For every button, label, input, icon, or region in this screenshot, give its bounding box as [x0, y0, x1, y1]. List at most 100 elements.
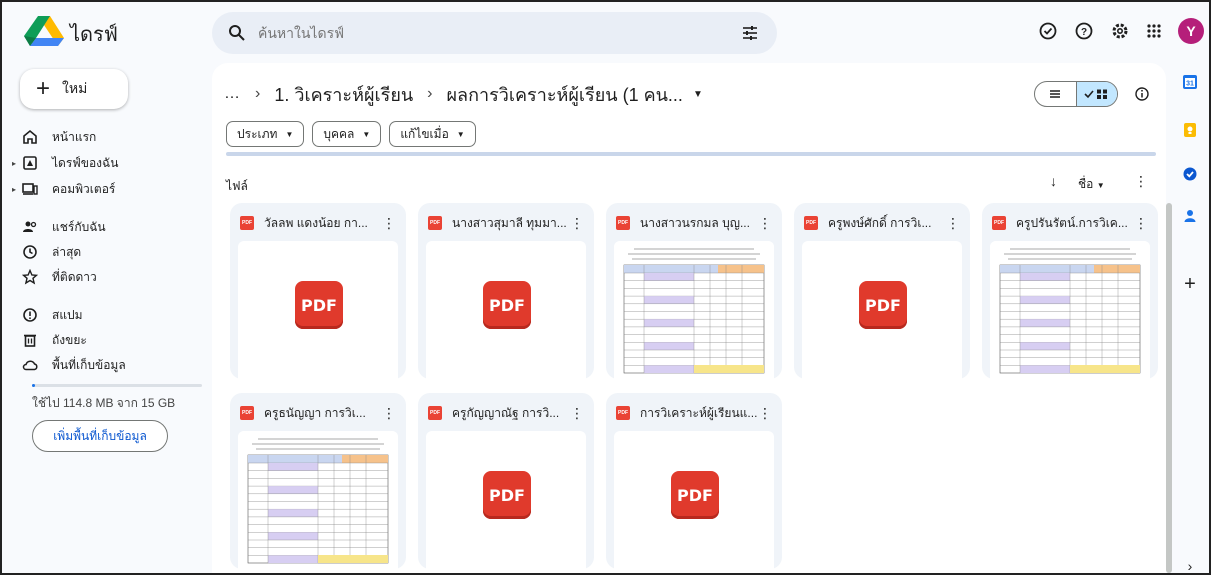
account-avatar[interactable]: Y	[1178, 18, 1204, 44]
file-thumbnail[interactable]: PDF	[426, 241, 586, 379]
drive-window: ไดรฟ์ ?	[0, 0, 1211, 575]
more-actions-icon[interactable]: ⋮	[570, 405, 584, 422]
calendar-icon[interactable]: 31	[1182, 74, 1198, 90]
file-name[interactable]: การวิเคราะห์ผู้เรียนแ...	[640, 404, 760, 423]
storage-usage-text: ใช้ไป 114.8 MB จาก 15 GB	[32, 396, 176, 410]
top-bar: ไดรฟ์ ?	[2, 2, 1209, 60]
spam-icon	[23, 308, 37, 322]
sidebar-item-shared[interactable]: แชร์กับฉัน	[22, 216, 106, 238]
file-thumbnail[interactable]: PDF	[802, 241, 962, 379]
file-card[interactable]: PDF นางสาวสุมาลี ทุมมา... ⋮ PDF	[418, 203, 594, 379]
sidebar-item-recent[interactable]: ล่าสุด	[22, 241, 81, 263]
keep-notes-icon[interactable]	[1182, 122, 1198, 138]
chevron-down-icon: ▼	[1096, 181, 1105, 190]
file-card[interactable]: PDF นางสาวนรกมล บุญ... ⋮	[606, 203, 782, 379]
search-input[interactable]	[258, 20, 718, 46]
cloud-icon	[22, 360, 38, 371]
file-name[interactable]: นางสาวนรกมล บุญ...	[640, 214, 760, 233]
file-card[interactable]: PDF ครูปรันรัตน์.การวิเค... ⋮	[982, 203, 1158, 379]
sidebar-item-label: แชร์กับฉัน	[52, 219, 106, 234]
breadcrumb-overflow[interactable]: …	[224, 85, 241, 103]
shared-with-me-icon	[23, 221, 37, 232]
more-actions-icon[interactable]: ⋮	[570, 215, 584, 232]
file-name[interactable]: นางสาวสุมาลี ทุมมา...	[452, 214, 572, 233]
more-actions-icon[interactable]: ⋮	[758, 405, 772, 422]
document-preview-thumbnail[interactable]	[238, 431, 398, 569]
home-icon	[23, 129, 37, 144]
sidebar-item-storage[interactable]: พื้นที่เก็บข้อมูล	[22, 354, 126, 376]
expand-caret-icon[interactable]: ▸	[12, 159, 20, 168]
pdf-file-icon: PDF	[240, 406, 254, 420]
more-actions-icon[interactable]: ⋮	[758, 215, 772, 232]
file-card[interactable]: PDF การวิเคราะห์ผู้เรียนแ... ⋮ PDF	[606, 393, 782, 569]
grid-view-button[interactable]	[1075, 82, 1117, 106]
search-options-icon[interactable]	[741, 24, 759, 42]
breadcrumb-parent-folder[interactable]: 1. วิเคราะห์ผู้เรียน	[274, 80, 413, 109]
filter-modified-chip[interactable]: แก้ไขเมื่อ ▼	[389, 121, 476, 147]
document-preview-thumbnail[interactable]	[614, 241, 774, 379]
computer-icon	[22, 183, 38, 195]
file-name[interactable]: ครูกัญญาณัฐ การวิ...	[452, 404, 572, 423]
sidebar-item-home[interactable]: หน้าแรก	[22, 126, 96, 148]
sidebar-item-starred[interactable]: ที่ติดดาว	[22, 266, 97, 288]
file-name[interactable]: ครูปรันรัตน์.การวิเค...	[1016, 214, 1136, 233]
sidebar-item-label: สแปม	[52, 307, 83, 322]
tasks-icon[interactable]	[1182, 166, 1198, 182]
file-card-header: PDF วัลลพ แดงน้อย กา... ⋮	[240, 213, 396, 233]
search-bar[interactable]	[212, 12, 777, 54]
trash-icon	[24, 334, 36, 347]
settings-gear-icon[interactable]	[1110, 21, 1130, 41]
sidebar-item-trash[interactable]: ถังขยะ	[22, 329, 87, 351]
file-name[interactable]: วัลลพ แดงน้อย กา...	[264, 214, 384, 233]
sort-by-name-button[interactable]: ชื่อ ▼	[1078, 175, 1105, 194]
more-actions-icon[interactable]: ⋮	[382, 215, 396, 232]
more-actions-icon[interactable]: ⋮	[946, 215, 960, 232]
contacts-icon[interactable]	[1182, 208, 1198, 224]
get-more-storage-button[interactable]: เพิ่มพื้นที่เก็บข้อมูล	[32, 420, 168, 452]
sidebar-item-spam[interactable]: สแปม	[22, 304, 83, 326]
file-card-header: PDF ครูปรันรัตน์.การวิเค... ⋮	[992, 213, 1148, 233]
svg-text:31: 31	[1186, 81, 1194, 88]
chevron-down-icon: ▼	[285, 129, 294, 139]
sidebar-item-my-drive[interactable]: ▸ ไดรฟ์ของฉัน	[12, 152, 118, 174]
filter-chips: ประเภท ▼ บุคคล ▼ แก้ไขเมื่อ ▼	[226, 121, 476, 147]
more-actions-icon[interactable]: ⋮	[382, 405, 396, 422]
file-card[interactable]: PDF วัลลพ แดงน้อย กา... ⋮ PDF	[230, 203, 406, 379]
expand-caret-icon[interactable]: ▸	[12, 185, 20, 194]
app-title[interactable]: ไดรฟ์	[70, 18, 118, 50]
file-name[interactable]: ครูพงษ์ศักดิ์ การวิเ...	[828, 214, 948, 233]
list-view-button[interactable]	[1035, 82, 1076, 106]
more-options-icon[interactable]: ⋮	[1134, 173, 1148, 190]
drive-logo-icon[interactable]	[24, 16, 64, 46]
file-card[interactable]: PDF ครูกัญญาณัฐ การวิ... ⋮ PDF	[418, 393, 594, 569]
file-thumbnail[interactable]: PDF	[426, 431, 586, 569]
file-card-header: PDF ครูกัญญาณัฐ การวิ... ⋮	[428, 403, 584, 423]
more-actions-icon[interactable]: ⋮	[1134, 215, 1148, 232]
sidebar-item-label: ถังขยะ	[52, 332, 87, 347]
expand-side-panel-chevron-icon[interactable]: ›	[1182, 558, 1198, 573]
document-preview-thumbnail[interactable]	[990, 241, 1150, 379]
search-icon[interactable]	[228, 24, 246, 42]
sort-direction-arrow-icon[interactable]: ↓	[1050, 173, 1057, 189]
file-thumbnail[interactable]: PDF	[238, 241, 398, 379]
sidebar-item-computers[interactable]: ▸ คอมพิวเตอร์	[12, 178, 115, 200]
file-thumbnail[interactable]: PDF	[614, 431, 774, 569]
file-name[interactable]: ครูธนัญญา การวิเ...	[264, 404, 384, 423]
svg-text:?: ?	[1081, 27, 1087, 38]
chevron-down-icon[interactable]: ▼	[693, 89, 703, 100]
pdf-badge-icon: PDF	[295, 281, 343, 329]
chip-label: ประเภท	[237, 126, 278, 141]
filter-type-chip[interactable]: ประเภท ▼	[226, 121, 305, 147]
file-card[interactable]: PDF ครูพงษ์ศักดิ์ การวิเ... ⋮ PDF	[794, 203, 970, 379]
new-button[interactable]: + ใหม่	[20, 69, 128, 109]
help-icon[interactable]: ?	[1074, 21, 1094, 41]
apps-grid-icon[interactable]	[1144, 21, 1164, 41]
vertical-scrollbar[interactable]	[1166, 203, 1172, 573]
breadcrumb-current-folder[interactable]: ผลการวิเคราะห์ผู้เรียน (1 คน...	[447, 80, 683, 109]
filter-people-chip[interactable]: บุคคล ▼	[312, 121, 382, 147]
section-divider	[226, 152, 1156, 156]
add-addon-plus-icon[interactable]: +	[1182, 274, 1198, 294]
offline-status-icon[interactable]	[1038, 21, 1058, 41]
info-icon[interactable]	[1134, 86, 1150, 102]
file-card[interactable]: PDF ครูธนัญญา การวิเ... ⋮	[230, 393, 406, 569]
